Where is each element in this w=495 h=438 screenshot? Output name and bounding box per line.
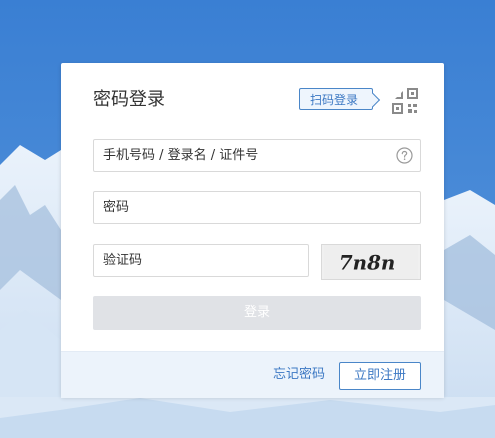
- login-button[interactable]: 登录: [93, 296, 421, 330]
- card-footer: 忘记密码 立即注册: [61, 351, 444, 398]
- qr-login-tip[interactable]: 扫码登录: [299, 88, 373, 110]
- register-button[interactable]: 立即注册: [339, 362, 421, 390]
- question-circle-icon[interactable]: [396, 147, 413, 164]
- forgot-password-link[interactable]: 忘记密码: [273, 366, 325, 384]
- captcha-placeholder: 验证码: [103, 253, 143, 268]
- login-card: 密码登录 扫码登录 手机号码 / 登录名 / 证件号 密码 验证码 7n8n 登…: [61, 63, 444, 398]
- username-placeholder: 手机号码 / 登录名 / 证件号: [103, 148, 259, 163]
- captcha-text: 7n8n: [339, 251, 395, 275]
- password-input[interactable]: 密码: [93, 191, 421, 224]
- captcha-input[interactable]: 验证码: [93, 244, 309, 277]
- username-input[interactable]: 手机号码 / 登录名 / 证件号: [93, 139, 421, 172]
- login-title: 密码登录: [93, 89, 165, 110]
- qr-code-icon[interactable]: [392, 88, 418, 114]
- captcha-image[interactable]: 7n8n: [321, 244, 421, 280]
- password-placeholder: 密码: [103, 200, 130, 215]
